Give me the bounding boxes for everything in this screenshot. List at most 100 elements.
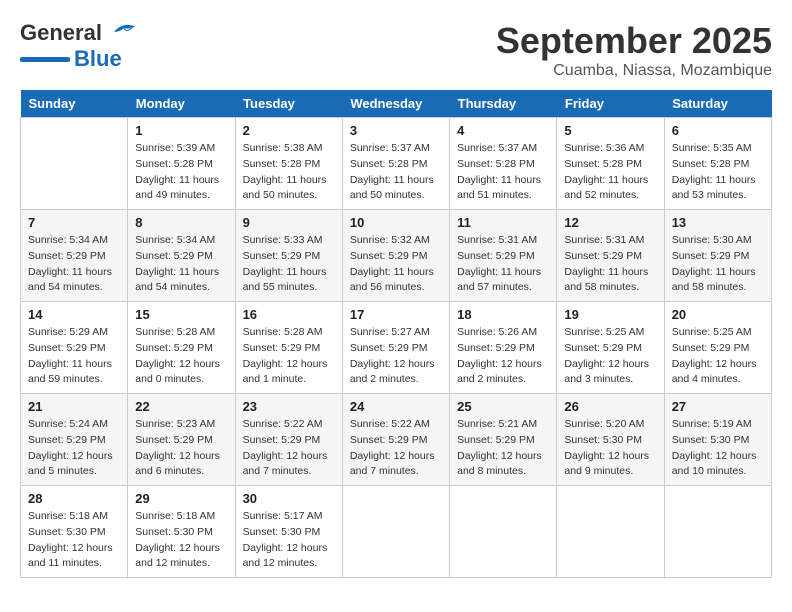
day-number: 25 [457,399,549,414]
day-number: 20 [672,307,764,322]
calendar-cell: 11 Sunrise: 5:31 AMSunset: 5:29 PMDayligh… [450,210,557,302]
calendar-cell: 27 Sunrise: 5:19 AMSunset: 5:30 PMDayligh… [664,394,771,486]
calendar-cell: 29 Sunrise: 5:18 AMSunset: 5:30 PMDayligh… [128,486,235,578]
weekday-header-friday: Friday [557,90,664,118]
calendar-cell: 14Sunrise: 5:29 AMSunset: 5:29 PMDayligh… [21,302,128,394]
day-number: 29 [135,491,227,506]
day-number: 7 [28,215,120,230]
calendar-week-row: 7 Sunrise: 5:34 AMSunset: 5:29 PMDaylight… [21,210,772,302]
day-info: Sunrise: 5:25 AMSunset: 5:29 PMDaylight:… [672,325,764,388]
day-number: 18 [457,307,549,322]
location-title: Cuamba, Niassa, Mozambique [496,62,772,80]
day-number: 15 [135,307,227,322]
calendar-cell: 10Sunrise: 5:32 AMSunset: 5:29 PMDayligh… [342,210,449,302]
day-number: 11 [457,215,549,230]
day-info: Sunrise: 5:18 AMSunset: 5:30 PMDaylight:… [135,509,227,572]
day-number: 28 [28,491,120,506]
day-number: 26 [564,399,656,414]
day-info: Sunrise: 5:18 AMSunset: 5:30 PMDaylight:… [28,509,120,572]
day-number: 8 [135,215,227,230]
day-number: 14 [28,307,120,322]
calendar-cell: 3Sunrise: 5:37 AMSunset: 5:28 PMDaylight… [342,118,449,210]
day-info: Sunrise: 5:20 AMSunset: 5:30 PMDaylight:… [564,417,656,480]
logo-blue-text: Blue [74,46,122,72]
calendar-cell: 6 Sunrise: 5:35 AMSunset: 5:28 PMDaylight… [664,118,771,210]
weekday-header-sunday: Sunday [21,90,128,118]
day-info: Sunrise: 5:27 AMSunset: 5:29 PMDaylight:… [350,325,442,388]
day-info: Sunrise: 5:26 AMSunset: 5:29 PMDaylight:… [457,325,549,388]
day-info: Sunrise: 5:31 AMSunset: 5:29 PMDaylight:… [564,233,656,296]
day-number: 27 [672,399,764,414]
day-info: Sunrise: 5:39 AMSunset: 5:28 PMDaylight:… [135,141,227,204]
day-info: Sunrise: 5:23 AMSunset: 5:29 PMDaylight:… [135,417,227,480]
day-info: Sunrise: 5:32 AMSunset: 5:29 PMDaylight:… [350,233,442,296]
calendar-cell: 8 Sunrise: 5:34 AMSunset: 5:29 PMDaylight… [128,210,235,302]
day-info: Sunrise: 5:28 AMSunset: 5:29 PMDaylight:… [243,325,335,388]
logo-bird-icon [106,22,138,44]
calendar-cell: 12 Sunrise: 5:31 AMSunset: 5:29 PMDayligh… [557,210,664,302]
calendar-cell: 1Sunrise: 5:39 AMSunset: 5:28 PMDaylight… [128,118,235,210]
weekday-header-monday: Monday [128,90,235,118]
calendar-cell: 24 Sunrise: 5:22 AMSunset: 5:29 PMDayligh… [342,394,449,486]
day-info: Sunrise: 5:35 AMSunset: 5:28 PMDaylight:… [672,141,764,204]
logo: General Blue [20,20,138,72]
day-number: 19 [564,307,656,322]
page-header: General Blue September 2025 Cuamba, Nias… [20,20,772,80]
day-number: 17 [350,307,442,322]
calendar-cell: 26 Sunrise: 5:20 AMSunset: 5:30 PMDayligh… [557,394,664,486]
day-number: 22 [135,399,227,414]
calendar-cell: 4Sunrise: 5:37 AMSunset: 5:28 PMDaylight… [450,118,557,210]
calendar-cell: 30 Sunrise: 5:17 AMSunset: 5:30 PMDayligh… [235,486,342,578]
day-info: Sunrise: 5:22 AMSunset: 5:29 PMDaylight:… [350,417,442,480]
day-info: Sunrise: 5:37 AMSunset: 5:28 PMDaylight:… [350,141,442,204]
calendar-cell: 19 Sunrise: 5:25 AMSunset: 5:29 PMDayligh… [557,302,664,394]
calendar-cell: 28 Sunrise: 5:18 AMSunset: 5:30 PMDayligh… [21,486,128,578]
weekday-header-thursday: Thursday [450,90,557,118]
calendar-cell [664,486,771,578]
calendar-cell: 22 Sunrise: 5:23 AMSunset: 5:29 PMDayligh… [128,394,235,486]
title-block: September 2025 Cuamba, Niassa, Mozambiqu… [496,20,772,80]
weekday-header-saturday: Saturday [664,90,771,118]
calendar-cell [21,118,128,210]
day-info: Sunrise: 5:36 AMSunset: 5:28 PMDaylight:… [564,141,656,204]
day-info: Sunrise: 5:22 AMSunset: 5:29 PMDaylight:… [243,417,335,480]
day-info: Sunrise: 5:33 AMSunset: 5:29 PMDaylight:… [243,233,335,296]
calendar-cell: 17 Sunrise: 5:27 AMSunset: 5:29 PMDayligh… [342,302,449,394]
calendar-body: 1Sunrise: 5:39 AMSunset: 5:28 PMDaylight… [21,118,772,578]
day-info: Sunrise: 5:38 AMSunset: 5:28 PMDaylight:… [243,141,335,204]
logo-general-text: General [20,20,102,46]
day-info: Sunrise: 5:30 AMSunset: 5:29 PMDaylight:… [672,233,764,296]
day-info: Sunrise: 5:24 AMSunset: 5:29 PMDaylight:… [28,417,120,480]
calendar-cell: 18 Sunrise: 5:26 AMSunset: 5:29 PMDayligh… [450,302,557,394]
calendar-cell: 5 Sunrise: 5:36 AMSunset: 5:28 PMDaylight… [557,118,664,210]
day-info: Sunrise: 5:19 AMSunset: 5:30 PMDaylight:… [672,417,764,480]
day-info: Sunrise: 5:28 AMSunset: 5:29 PMDaylight:… [135,325,227,388]
day-info: Sunrise: 5:31 AMSunset: 5:29 PMDaylight:… [457,233,549,296]
day-number: 9 [243,215,335,230]
calendar-cell [342,486,449,578]
day-number: 5 [564,123,656,138]
day-number: 12 [564,215,656,230]
calendar-week-row: 21 Sunrise: 5:24 AMSunset: 5:29 PMDayligh… [21,394,772,486]
day-number: 6 [672,123,764,138]
day-number: 21 [28,399,120,414]
day-info: Sunrise: 5:25 AMSunset: 5:29 PMDaylight:… [564,325,656,388]
calendar-cell: 9 Sunrise: 5:33 AMSunset: 5:29 PMDaylight… [235,210,342,302]
day-number: 24 [350,399,442,414]
calendar-cell: 20 Sunrise: 5:25 AMSunset: 5:29 PMDayligh… [664,302,771,394]
day-info: Sunrise: 5:34 AMSunset: 5:29 PMDaylight:… [135,233,227,296]
day-info: Sunrise: 5:21 AMSunset: 5:29 PMDaylight:… [457,417,549,480]
calendar-cell: 7Sunrise: 5:34 AMSunset: 5:29 PMDaylight… [21,210,128,302]
calendar-week-row: 28 Sunrise: 5:18 AMSunset: 5:30 PMDayligh… [21,486,772,578]
calendar-cell: 21 Sunrise: 5:24 AMSunset: 5:29 PMDayligh… [21,394,128,486]
weekday-header-tuesday: Tuesday [235,90,342,118]
weekday-header-wednesday: Wednesday [342,90,449,118]
calendar-cell [450,486,557,578]
day-info: Sunrise: 5:17 AMSunset: 5:30 PMDaylight:… [243,509,335,572]
day-number: 30 [243,491,335,506]
month-title: September 2025 [496,20,772,62]
calendar-cell [557,486,664,578]
calendar-header-row: SundayMondayTuesdayWednesdayThursdayFrid… [21,90,772,118]
calendar-cell: 15 Sunrise: 5:28 AMSunset: 5:29 PMDayligh… [128,302,235,394]
day-number: 2 [243,123,335,138]
